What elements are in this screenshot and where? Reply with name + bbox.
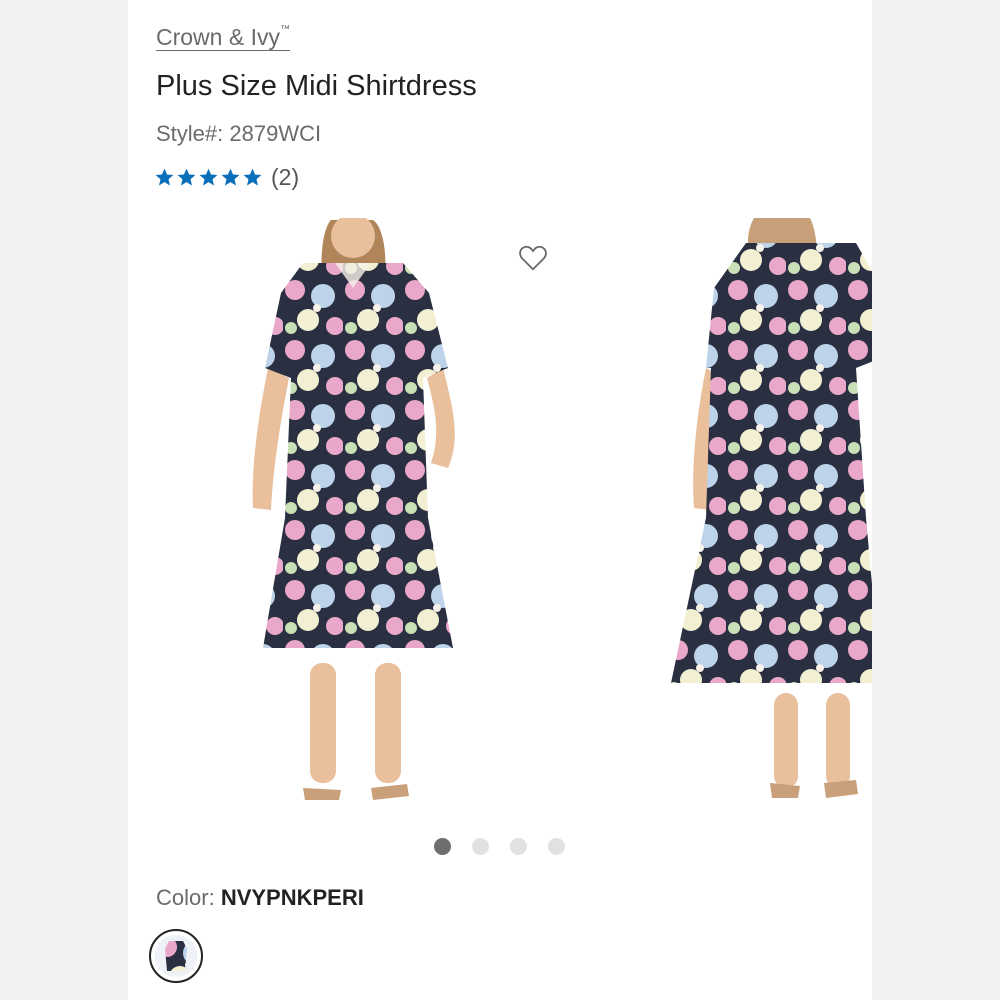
rating[interactable]: (2) <box>154 164 299 191</box>
heart-outline-icon[interactable] <box>518 244 548 272</box>
star-icon <box>221 168 240 186</box>
star-icon <box>177 168 196 186</box>
trademark-symbol: ™ <box>279 24 290 36</box>
product-image-back[interactable] <box>666 218 872 808</box>
style-label: Style#: <box>156 121 224 146</box>
pagination-dot[interactable] <box>472 838 489 855</box>
color-swatch-nvypnkperi[interactable] <box>149 929 203 983</box>
star-icon <box>199 168 218 186</box>
style-value: 2879WCI <box>229 121 322 146</box>
brand-link[interactable]: Crown & Ivy™ <box>156 24 290 51</box>
star-icon <box>155 168 174 186</box>
product-image-front[interactable] <box>223 218 493 808</box>
rating-stars <box>154 167 263 188</box>
product-panel: Crown & Ivy™ Plus Size Midi Shirtdress S… <box>128 0 872 1000</box>
pagination-dot[interactable] <box>548 838 565 855</box>
image-gallery[interactable] <box>128 218 872 818</box>
brand-name[interactable]: Crown & Ivy <box>156 24 280 50</box>
right-margin <box>872 0 1000 1000</box>
left-margin <box>0 0 128 1000</box>
gallery-pagination <box>434 838 565 855</box>
color-value: NVYPNKPERI <box>220 885 364 910</box>
swatch-image <box>155 935 197 977</box>
pagination-dot[interactable] <box>434 838 451 855</box>
product-title: Plus Size Midi Shirtdress <box>156 70 477 102</box>
pagination-dot[interactable] <box>510 838 527 855</box>
color-label: Color: <box>156 885 215 910</box>
color-selection: Color: NVYPNKPERI <box>156 885 364 911</box>
style-number: Style#: 2879WCI <box>156 121 321 147</box>
review-count[interactable]: (2) <box>271 164 299 191</box>
star-icon <box>243 168 262 186</box>
